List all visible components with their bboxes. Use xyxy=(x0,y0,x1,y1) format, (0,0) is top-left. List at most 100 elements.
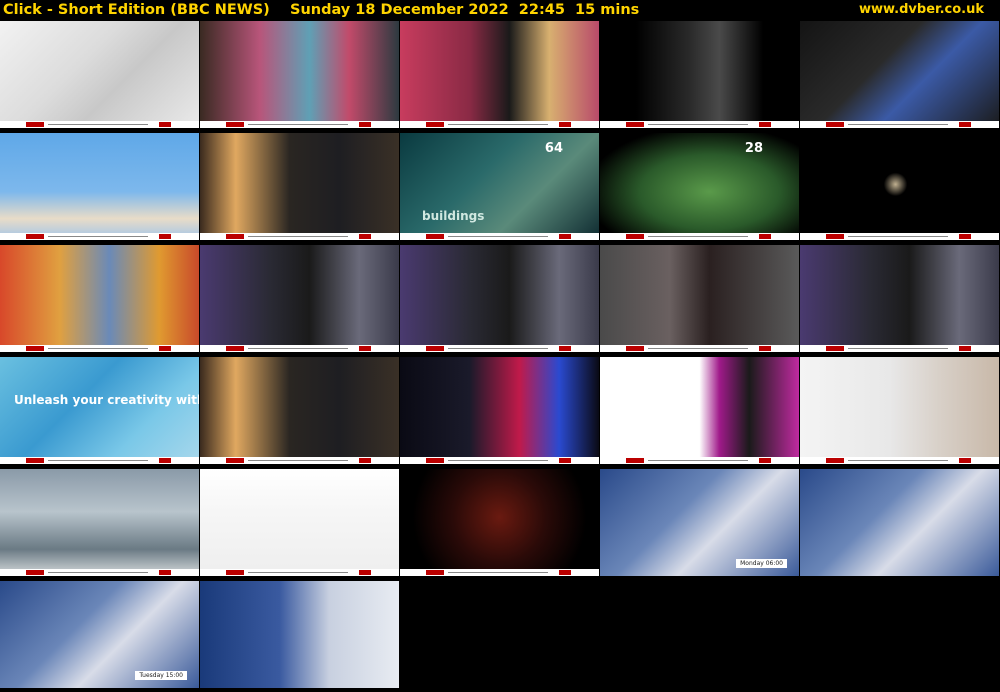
thumbnail-click-logo[interactable] xyxy=(400,469,599,576)
clock-badge-icon xyxy=(359,234,371,239)
thumbnail-laptop-dog-image[interactable] xyxy=(800,21,999,128)
bbc-news-logo-icon xyxy=(26,346,44,351)
bbc-news-logo-icon xyxy=(626,458,644,463)
thumbnail-interviewee[interactable] xyxy=(600,245,799,352)
clock-badge-icon xyxy=(959,234,971,239)
ticker-text-line xyxy=(48,124,148,125)
bbc-news-logo-icon xyxy=(426,570,444,575)
ticker-text-line xyxy=(648,124,748,125)
bbc-news-logo-icon xyxy=(226,122,244,127)
thumbnail-chatgpt-dialog[interactable] xyxy=(200,469,399,576)
ticker-text-line xyxy=(848,236,948,237)
thumbnail-grid: 64 buildings 28 Unleash your creativity wit… xyxy=(0,21,1000,692)
bbc-news-logo-icon xyxy=(426,458,444,463)
thumbnail-sky-feather[interactable] xyxy=(0,133,199,240)
thumbnail-robot-neon[interactable] xyxy=(400,357,599,464)
clock-badge-icon xyxy=(159,346,171,351)
thumbnail-weather-map[interactable] xyxy=(800,469,999,576)
news-ticker xyxy=(800,457,999,464)
ticker-text-line xyxy=(48,348,148,349)
bbc-news-logo-icon xyxy=(26,570,44,575)
thumbnail-presenter-studio[interactable] xyxy=(200,133,399,240)
bbc-news-logo-icon xyxy=(226,234,244,239)
thumbnail-overlay-text: 64 xyxy=(544,141,563,156)
clock-badge-icon xyxy=(359,122,371,127)
thumbnail-adobe-screen[interactable]: Unleash your creativity with un xyxy=(0,357,199,464)
thumbnail-weather-map[interactable]: Tuesday 15:00 xyxy=(0,581,199,688)
thumbnail-caption: Monday 06:00 xyxy=(736,559,787,568)
ticker-text-line xyxy=(848,460,948,461)
clock-badge-icon xyxy=(959,346,971,351)
news-ticker xyxy=(200,233,399,240)
news-ticker xyxy=(600,121,799,128)
news-ticker xyxy=(200,121,399,128)
thumbnail-weather-forecast[interactable] xyxy=(200,581,399,688)
bbc-news-logo-icon xyxy=(626,346,644,351)
thumbnail-city-buildings[interactable]: 64 buildings xyxy=(400,133,599,240)
clock-badge-icon xyxy=(559,458,571,463)
news-ticker xyxy=(200,569,399,576)
thumbnail-atrium[interactable] xyxy=(0,469,199,576)
clock-badge-icon xyxy=(759,122,771,127)
ticker-text-line xyxy=(48,572,148,573)
clock-badge-icon xyxy=(759,346,771,351)
thumbnail-presenter-studio[interactable] xyxy=(200,357,399,464)
ticker-text-line xyxy=(248,236,348,237)
site-link[interactable]: www.dvber.co.uk xyxy=(859,0,984,20)
thumbnail-vlogger[interactable] xyxy=(400,245,599,352)
clock-badge-icon xyxy=(359,346,371,351)
news-ticker xyxy=(400,569,599,576)
bbc-news-logo-icon xyxy=(26,458,44,463)
ticker-text-line xyxy=(648,236,748,237)
clock-badge-icon xyxy=(159,458,171,463)
news-ticker xyxy=(0,233,199,240)
news-ticker xyxy=(200,457,399,464)
thumbnail-green-glow[interactable]: 28 xyxy=(600,133,799,240)
bbc-news-logo-icon xyxy=(626,122,644,127)
thumbnail-crochet-tree[interactable] xyxy=(200,21,399,128)
thumbnail-dark-object[interactable] xyxy=(800,133,999,240)
bbc-news-logo-icon xyxy=(826,122,844,127)
clock-badge-icon xyxy=(159,570,171,575)
thumbnail-chatgpt-page[interactable] xyxy=(600,357,799,464)
thumbnail-abstract-painting[interactable] xyxy=(0,245,199,352)
thumbnail-presenters-art[interactable] xyxy=(400,21,599,128)
bbc-news-logo-icon xyxy=(826,346,844,351)
bbc-news-logo-icon xyxy=(426,122,444,127)
ticker-text-line xyxy=(448,236,548,237)
news-ticker xyxy=(600,457,799,464)
thumbnail-vlogger[interactable] xyxy=(800,245,999,352)
bbc-news-logo-icon xyxy=(226,570,244,575)
clock-badge-icon xyxy=(559,122,571,127)
news-ticker xyxy=(600,345,799,352)
ticker-text-line xyxy=(248,572,348,573)
ticker-text-line xyxy=(48,460,148,461)
thumbnail-weather-map[interactable]: Monday 06:00 xyxy=(600,469,799,576)
bbc-news-logo-icon xyxy=(626,234,644,239)
bbc-news-logo-icon xyxy=(826,234,844,239)
ticker-text-line xyxy=(248,124,348,125)
bbc-news-logo-icon xyxy=(226,346,244,351)
ticker-text-line xyxy=(48,236,148,237)
clock-badge-icon xyxy=(559,234,571,239)
thumbnail-woman-laptop[interactable] xyxy=(800,357,999,464)
thumbnail-blank xyxy=(400,581,599,688)
ticker-text-line xyxy=(448,348,548,349)
ticker-text-line xyxy=(248,348,348,349)
thumbnail-overlay-text: Unleash your creativity with un xyxy=(14,393,199,407)
news-ticker xyxy=(600,233,799,240)
thumbnail-magazine-pages[interactable] xyxy=(0,21,199,128)
ticker-text-line xyxy=(448,124,548,125)
news-ticker xyxy=(0,121,199,128)
ticker-text-line xyxy=(448,460,548,461)
news-ticker xyxy=(800,233,999,240)
news-ticker xyxy=(0,569,199,576)
thumbnail-dalle-bird[interactable] xyxy=(600,21,799,128)
clock-badge-icon xyxy=(559,346,571,351)
thumbnail-vlogger[interactable] xyxy=(200,245,399,352)
ticker-text-line xyxy=(648,348,748,349)
clock-badge-icon xyxy=(759,458,771,463)
news-ticker xyxy=(400,121,599,128)
bbc-news-logo-icon xyxy=(26,234,44,239)
clock-badge-icon xyxy=(359,458,371,463)
